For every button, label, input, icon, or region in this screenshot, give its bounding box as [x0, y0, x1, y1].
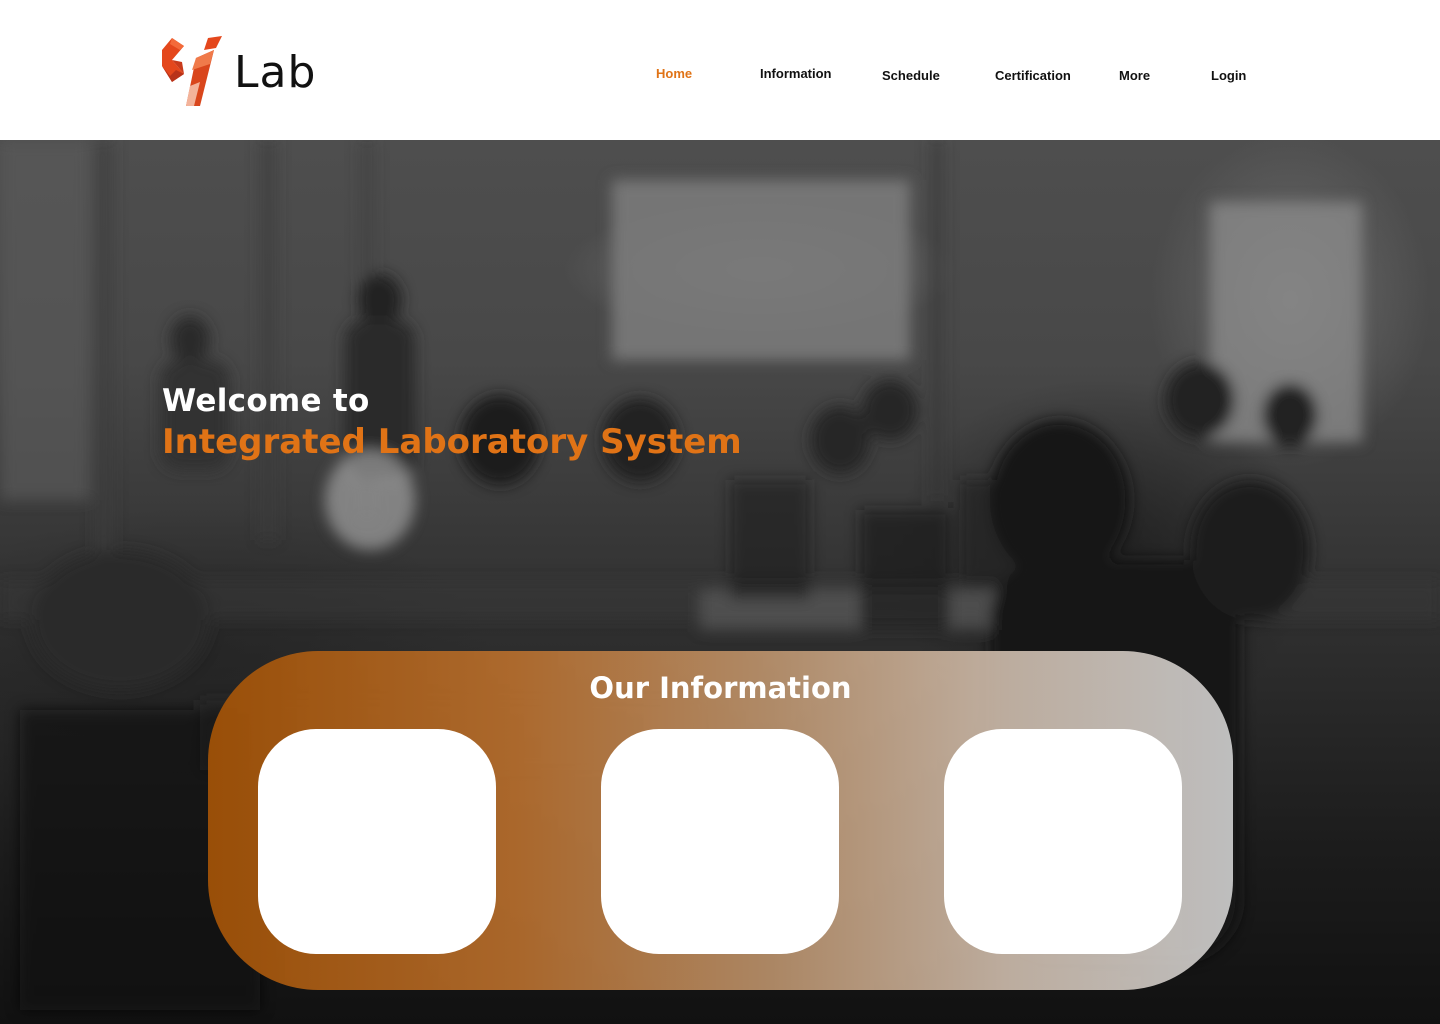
- logo[interactable]: Lab: [160, 36, 316, 108]
- hero-section: Welcome to Integrated Laboratory System …: [0, 140, 1440, 1024]
- nav-schedule[interactable]: Schedule: [882, 68, 940, 83]
- logo-text: Lab: [234, 46, 317, 98]
- information-card[interactable]: [601, 729, 839, 954]
- welcome-text: Welcome to: [162, 383, 370, 419]
- nav-certification[interactable]: Certification: [995, 68, 1071, 83]
- lab-logo-icon: [162, 36, 222, 106]
- nav-information[interactable]: Information: [760, 66, 832, 81]
- nav-login[interactable]: Login: [1211, 68, 1246, 83]
- nav-home[interactable]: Home: [656, 66, 692, 81]
- information-card[interactable]: [944, 729, 1182, 954]
- information-panel: Our Information: [208, 651, 1233, 990]
- information-title: Our Information: [589, 671, 852, 705]
- site-header: Lab Home Information Schedule Certificat…: [0, 0, 1440, 140]
- nav-more[interactable]: More: [1119, 68, 1150, 83]
- system-title: Integrated Laboratory System: [162, 422, 742, 462]
- information-card[interactable]: [258, 729, 496, 954]
